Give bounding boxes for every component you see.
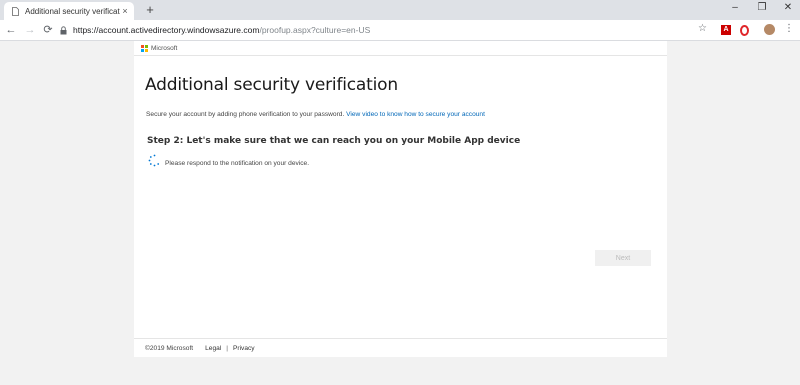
footer-separator: | [226,345,228,352]
browser-tab[interactable]: Additional security verification × [4,2,134,20]
legal-link[interactable]: Legal [205,345,221,352]
profile-avatar[interactable] [764,24,775,35]
page-footer: ©2019 Microsoft Legal | Privacy [134,338,667,358]
intro-text-container: Secure your account by adding phone veri… [146,111,485,118]
next-button[interactable]: Next [595,250,651,266]
pdf-extension-icon[interactable]: A [721,25,731,35]
intro-text: Secure your account by adding phone veri… [146,111,345,118]
bookmark-star-icon[interactable]: ☆ [698,23,707,34]
browser-toolbar: ← → ⟳ https://account.activedirectory.wi… [0,20,800,41]
address-bar[interactable]: https://account.activedirectory.windowsa… [60,22,710,38]
lock-icon [60,25,67,34]
minimize-icon[interactable]: – [728,2,742,13]
restore-icon[interactable]: ❐ [755,2,769,13]
opera-extension-icon[interactable] [740,25,749,36]
video-help-link[interactable]: View video to know how to secure your ac… [346,111,485,118]
back-arrow-icon[interactable]: ← [5,23,17,37]
tab-close-icon[interactable]: × [120,6,130,16]
document-icon [12,6,19,16]
verification-card: Microsoft Additional security verificati… [134,41,667,357]
logo-square-blue [141,48,144,52]
new-tab-button[interactable]: + [143,3,157,17]
microsoft-logo-icon [141,44,148,52]
logo-square-green [145,44,148,48]
brand-name: Microsoft [151,44,178,52]
reload-icon[interactable]: ⟳ [42,23,54,37]
privacy-link[interactable]: Privacy [233,345,255,352]
step-heading: Step 2: Let's make sure that we can reac… [147,136,521,146]
tab-title: Additional security verification [25,6,120,16]
url-path: /proofup.aspx?culture=en-US [259,25,371,35]
forward-arrow-icon[interactable]: → [24,23,36,37]
browser-menu-icon[interactable]: ⋮ [784,23,794,34]
url-host: https://account.activedirectory.windowsa… [73,25,260,35]
window-close-icon[interactable]: ✕ [781,2,795,13]
respond-instructions: Please respond to the notification on yo… [165,160,310,167]
browser-tab-bar: Additional security verification × + – ❐… [0,0,800,20]
loading-spinner-icon [148,154,160,167]
page-title: Additional security verification [145,75,398,95]
copyright-text: ©2019 Microsoft [145,345,194,352]
logo-square-red [141,44,144,48]
microsoft-header: Microsoft [134,41,667,56]
logo-square-yellow [145,48,148,52]
